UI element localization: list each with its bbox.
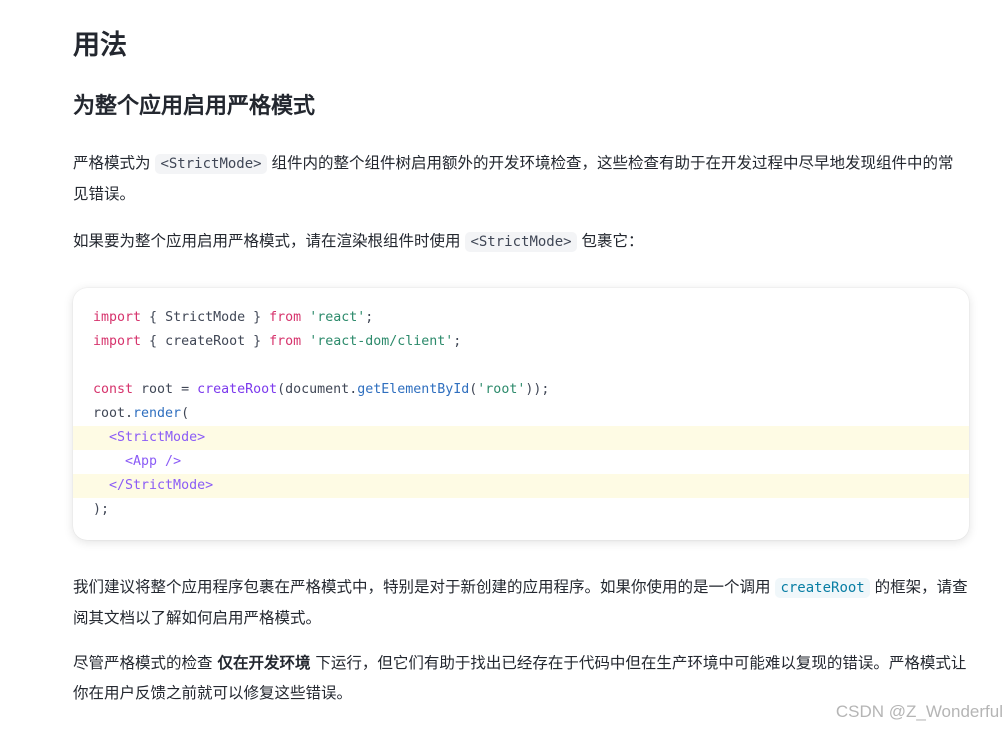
inline-code-link-createroot[interactable]: createRoot xyxy=(775,578,870,598)
paragraph-recommendation: 我们建议将整个应用程序包裹在严格模式中，特别是对于新创建的应用程序。如果你使用的… xyxy=(73,572,968,633)
code-string: 'react' xyxy=(309,310,366,325)
subsection-title-strict-mode: 为整个应用启用严格模式 xyxy=(73,94,316,119)
code-jsx-tag: </StrictMode> xyxy=(109,478,214,493)
code-line-4: const root = createRoot(document.getElem… xyxy=(73,378,969,402)
code-keyword: from xyxy=(269,310,302,325)
code-line-1: import { StrictMode } from 'react'; xyxy=(73,306,969,330)
code-line-2: import { createRoot } from 'react-dom/cl… xyxy=(73,330,969,354)
code-keyword: import xyxy=(93,334,142,349)
code-text: root. xyxy=(93,406,134,421)
code-jsx-tag: <StrictMode> xyxy=(109,430,206,445)
code-line-9: ); xyxy=(73,498,969,522)
code-line-highlighted: </StrictMode> xyxy=(73,474,969,498)
code-lines: import { StrictMode } from 'react'; impo… xyxy=(73,306,969,522)
code-line-highlighted: <StrictMode> xyxy=(73,426,969,450)
code-keyword: from xyxy=(269,334,302,349)
code-keyword: const xyxy=(93,382,134,397)
paragraph-intro: 严格模式为 <StrictMode> 组件内的整个组件树启用额外的开发环境检查，… xyxy=(73,148,968,209)
paragraph-text: 严格模式为 xyxy=(73,154,156,172)
code-function: createRoot xyxy=(197,382,278,397)
code-function: getElementById xyxy=(357,382,470,397)
inline-code-strictmode: <StrictMode> xyxy=(155,154,267,174)
code-punctuation: )); xyxy=(525,382,550,397)
code-block[interactable]: import { StrictMode } from 'react'; impo… xyxy=(73,288,969,540)
paragraph-text: 我们建议将整个应用程序包裹在严格模式中，特别是对于新创建的应用程序。如果你使用的… xyxy=(73,578,776,596)
code-line-5: root.render( xyxy=(73,402,969,426)
code-text: { createRoot } xyxy=(141,334,270,349)
watermark: CSDN @Z_Wonderful xyxy=(835,702,1003,721)
inline-code-strictmode: <StrictMode> xyxy=(465,232,577,252)
code-text: root = xyxy=(133,382,198,397)
code-jsx-tag: <App /> xyxy=(125,454,182,469)
code-punctuation: ( xyxy=(181,406,190,421)
code-text: (document. xyxy=(277,382,358,397)
code-function: render xyxy=(133,406,182,421)
paragraph-dev-only-note: 尽管严格模式的检查 仅在开发环境 下运行，但它们有助于找出已经存在于代码中但在生… xyxy=(73,648,968,708)
paragraph-wrap-instruction: 如果要为整个应用启用严格模式，请在渲染根组件时使用 <StrictMode> 包… xyxy=(73,226,968,257)
code-text: { StrictMode } xyxy=(141,310,270,325)
section-title-usage: 用法 xyxy=(73,30,127,61)
code-keyword: import xyxy=(93,310,142,325)
code-punctuation: ; xyxy=(365,310,374,325)
paragraph-text: 如果要为整个应用启用严格模式，请在渲染根组件时使用 xyxy=(73,232,466,250)
code-line-7: <App /> xyxy=(73,450,969,474)
paragraph-text: 尽管严格模式的检查 xyxy=(73,654,218,672)
code-string: 'root' xyxy=(477,382,526,397)
paragraph-text: 包裹它： xyxy=(576,232,644,250)
code-punctuation: ); xyxy=(93,502,110,517)
code-punctuation: ; xyxy=(453,334,462,349)
code-string: 'react-dom/client' xyxy=(309,334,454,349)
bold-dev-only: 仅在开发环境 xyxy=(217,654,311,672)
